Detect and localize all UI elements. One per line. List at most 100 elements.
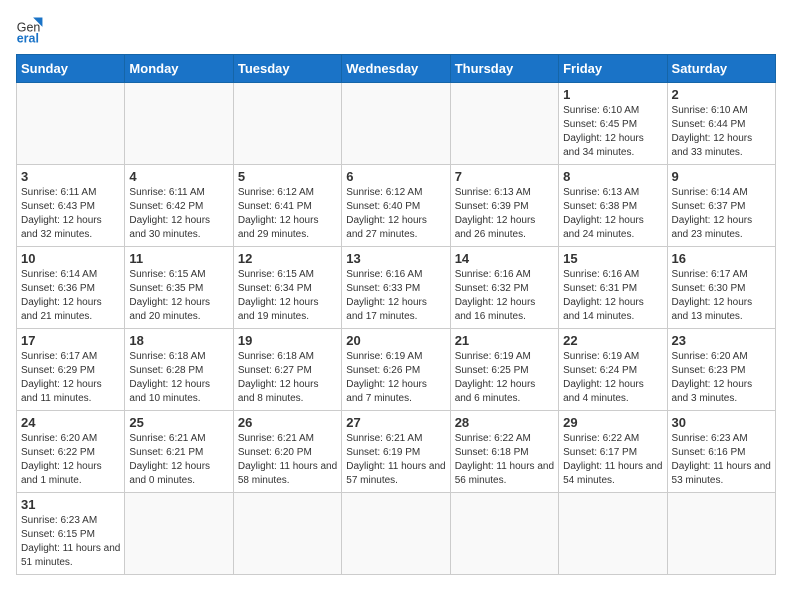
calendar-day-cell — [125, 83, 233, 165]
day-info: Sunrise: 6:23 AM Sunset: 6:15 PM Dayligh… — [21, 514, 120, 570]
day-info: Sunrise: 6:11 AM Sunset: 6:43 PM Dayligh… — [21, 186, 120, 242]
day-info: Sunrise: 6:21 AM Sunset: 6:20 PM Dayligh… — [238, 432, 337, 488]
day-info: Sunrise: 6:10 AM Sunset: 6:45 PM Dayligh… — [563, 104, 662, 160]
day-number: 31 — [21, 497, 120, 512]
logo: General — [16, 16, 48, 44]
day-number: 3 — [21, 169, 120, 184]
calendar-day-cell: 7 Sunrise: 6:13 AM Sunset: 6:39 PM Daylig… — [450, 165, 558, 247]
day-number: 9 — [672, 169, 771, 184]
day-info: Sunrise: 6:15 AM Sunset: 6:34 PM Dayligh… — [238, 268, 337, 324]
day-info: Sunrise: 6:18 AM Sunset: 6:28 PM Dayligh… — [129, 350, 228, 406]
calendar-day-cell — [450, 83, 558, 165]
calendar-day-cell: 29 Sunrise: 6:22 AM Sunset: 6:17 PM Dayli… — [559, 411, 667, 493]
day-info: Sunrise: 6:17 AM Sunset: 6:30 PM Dayligh… — [672, 268, 771, 324]
day-info: Sunrise: 6:12 AM Sunset: 6:41 PM Dayligh… — [238, 186, 337, 242]
day-number: 22 — [563, 333, 662, 348]
day-info: Sunrise: 6:13 AM Sunset: 6:38 PM Dayligh… — [563, 186, 662, 242]
calendar-table: SundayMondayTuesdayWednesdayThursdayFrid… — [16, 54, 776, 575]
day-info: Sunrise: 6:13 AM Sunset: 6:39 PM Dayligh… — [455, 186, 554, 242]
day-number: 11 — [129, 251, 228, 266]
weekday-header: Wednesday — [342, 55, 450, 83]
day-number: 12 — [238, 251, 337, 266]
calendar-day-cell: 11 Sunrise: 6:15 AM Sunset: 6:35 PM Dayli… — [125, 247, 233, 329]
calendar-day-cell: 14 Sunrise: 6:16 AM Sunset: 6:32 PM Dayli… — [450, 247, 558, 329]
day-number: 2 — [672, 87, 771, 102]
calendar-day-cell — [450, 493, 558, 575]
calendar-week-row: 17 Sunrise: 6:17 AM Sunset: 6:29 PM Dayli… — [17, 329, 776, 411]
day-number: 19 — [238, 333, 337, 348]
day-info: Sunrise: 6:19 AM Sunset: 6:24 PM Dayligh… — [563, 350, 662, 406]
day-info: Sunrise: 6:11 AM Sunset: 6:42 PM Dayligh… — [129, 186, 228, 242]
day-info: Sunrise: 6:12 AM Sunset: 6:40 PM Dayligh… — [346, 186, 445, 242]
calendar-day-cell: 18 Sunrise: 6:18 AM Sunset: 6:28 PM Dayli… — [125, 329, 233, 411]
calendar-day-cell: 8 Sunrise: 6:13 AM Sunset: 6:38 PM Daylig… — [559, 165, 667, 247]
day-info: Sunrise: 6:17 AM Sunset: 6:29 PM Dayligh… — [21, 350, 120, 406]
day-number: 13 — [346, 251, 445, 266]
day-number: 29 — [563, 415, 662, 430]
page-header: General — [16, 16, 776, 44]
logo-icon: General — [16, 16, 44, 44]
day-info: Sunrise: 6:15 AM Sunset: 6:35 PM Dayligh… — [129, 268, 228, 324]
calendar-day-cell: 26 Sunrise: 6:21 AM Sunset: 6:20 PM Dayli… — [233, 411, 341, 493]
day-number: 23 — [672, 333, 771, 348]
day-info: Sunrise: 6:23 AM Sunset: 6:16 PM Dayligh… — [672, 432, 771, 488]
day-number: 18 — [129, 333, 228, 348]
calendar-week-row: 24Sunrise: 6:20 AM Sunset: 6:22 PM Dayli… — [17, 411, 776, 493]
day-number: 5 — [238, 169, 337, 184]
calendar-day-cell — [342, 83, 450, 165]
day-number: 20 — [346, 333, 445, 348]
day-info: Sunrise: 6:10 AM Sunset: 6:44 PM Dayligh… — [672, 104, 771, 160]
day-info: Sunrise: 6:16 AM Sunset: 6:32 PM Dayligh… — [455, 268, 554, 324]
day-info: Sunrise: 6:16 AM Sunset: 6:31 PM Dayligh… — [563, 268, 662, 324]
calendar-day-cell: 25Sunrise: 6:21 AM Sunset: 6:21 PM Dayli… — [125, 411, 233, 493]
weekday-header: Sunday — [17, 55, 125, 83]
calendar-week-row: 1Sunrise: 6:10 AM Sunset: 6:45 PM Daylig… — [17, 83, 776, 165]
calendar-day-cell: 1Sunrise: 6:10 AM Sunset: 6:45 PM Daylig… — [559, 83, 667, 165]
calendar-day-cell: 13 Sunrise: 6:16 AM Sunset: 6:33 PM Dayli… — [342, 247, 450, 329]
day-info: Sunrise: 6:22 AM Sunset: 6:17 PM Dayligh… — [563, 432, 662, 488]
day-number: 25 — [129, 415, 228, 430]
day-number: 15 — [563, 251, 662, 266]
day-number: 8 — [563, 169, 662, 184]
day-number: 21 — [455, 333, 554, 348]
day-number: 7 — [455, 169, 554, 184]
calendar-day-cell: 22 Sunrise: 6:19 AM Sunset: 6:24 PM Dayli… — [559, 329, 667, 411]
calendar-day-cell: 10 Sunrise: 6:14 AM Sunset: 6:36 PM Dayli… — [17, 247, 125, 329]
calendar-day-cell: 5 Sunrise: 6:12 AM Sunset: 6:41 PM Daylig… — [233, 165, 341, 247]
day-info: Sunrise: 6:22 AM Sunset: 6:18 PM Dayligh… — [455, 432, 554, 488]
calendar-day-cell: 23Sunrise: 6:20 AM Sunset: 6:23 PM Dayli… — [667, 329, 775, 411]
day-number: 16 — [672, 251, 771, 266]
weekday-header: Friday — [559, 55, 667, 83]
day-number: 26 — [238, 415, 337, 430]
calendar-day-cell — [233, 83, 341, 165]
calendar-day-cell: 21 Sunrise: 6:19 AM Sunset: 6:25 PM Dayli… — [450, 329, 558, 411]
calendar-day-cell — [559, 493, 667, 575]
weekday-header: Tuesday — [233, 55, 341, 83]
calendar-day-cell: 27Sunrise: 6:21 AM Sunset: 6:19 PM Dayli… — [342, 411, 450, 493]
calendar-day-cell: 15 Sunrise: 6:16 AM Sunset: 6:31 PM Dayli… — [559, 247, 667, 329]
day-number: 28 — [455, 415, 554, 430]
calendar-day-cell: 12 Sunrise: 6:15 AM Sunset: 6:34 PM Dayli… — [233, 247, 341, 329]
day-info: Sunrise: 6:14 AM Sunset: 6:36 PM Dayligh… — [21, 268, 120, 324]
day-number: 4 — [129, 169, 228, 184]
day-number: 10 — [21, 251, 120, 266]
day-info: Sunrise: 6:16 AM Sunset: 6:33 PM Dayligh… — [346, 268, 445, 324]
day-number: 17 — [21, 333, 120, 348]
weekday-header: Saturday — [667, 55, 775, 83]
day-info: Sunrise: 6:18 AM Sunset: 6:27 PM Dayligh… — [238, 350, 337, 406]
calendar-day-cell — [667, 493, 775, 575]
calendar-week-row: 10 Sunrise: 6:14 AM Sunset: 6:36 PM Dayli… — [17, 247, 776, 329]
calendar-day-cell: 31 Sunrise: 6:23 AM Sunset: 6:15 PM Dayli… — [17, 493, 125, 575]
calendar-day-cell: 19 Sunrise: 6:18 AM Sunset: 6:27 PM Dayli… — [233, 329, 341, 411]
calendar-day-cell: 17 Sunrise: 6:17 AM Sunset: 6:29 PM Dayli… — [17, 329, 125, 411]
day-info: Sunrise: 6:21 AM Sunset: 6:19 PM Dayligh… — [346, 432, 445, 488]
calendar-day-cell — [233, 493, 341, 575]
calendar-day-cell: 24Sunrise: 6:20 AM Sunset: 6:22 PM Dayli… — [17, 411, 125, 493]
calendar-day-cell: 2 Sunrise: 6:10 AM Sunset: 6:44 PM Daylig… — [667, 83, 775, 165]
calendar-day-cell — [17, 83, 125, 165]
day-info: Sunrise: 6:19 AM Sunset: 6:25 PM Dayligh… — [455, 350, 554, 406]
day-number: 14 — [455, 251, 554, 266]
calendar-week-row: 31 Sunrise: 6:23 AM Sunset: 6:15 PM Dayli… — [17, 493, 776, 575]
calendar-day-cell — [342, 493, 450, 575]
calendar-day-cell: 20Sunrise: 6:19 AM Sunset: 6:26 PM Dayli… — [342, 329, 450, 411]
